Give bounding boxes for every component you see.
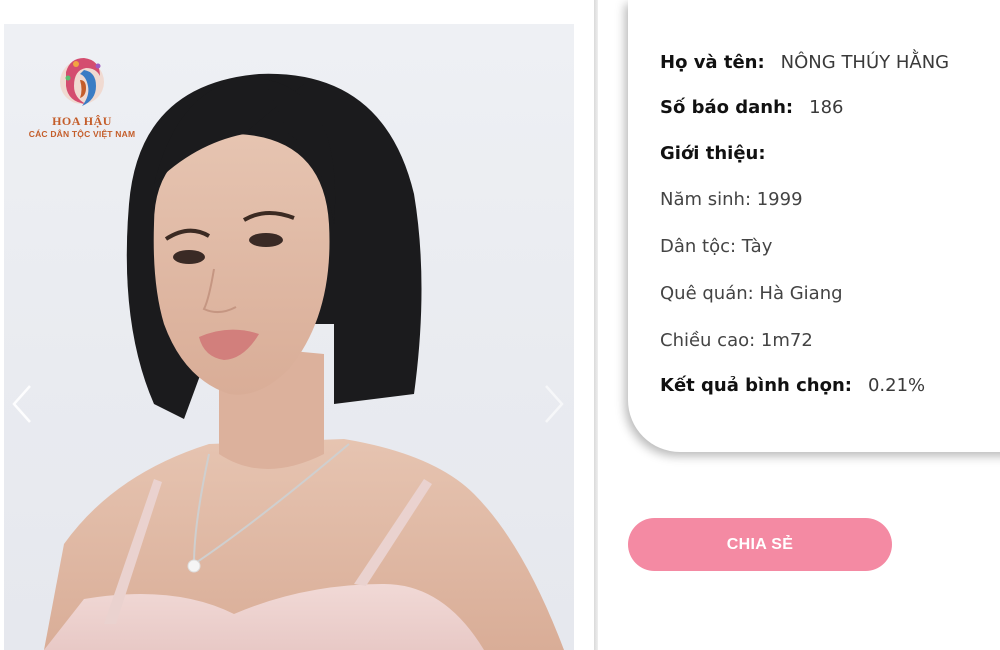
number-label: Số báo danh: — [660, 97, 794, 118]
logo-subtitle: CÁC DÂN TỘC VIỆT NAM — [28, 129, 136, 139]
share-button[interactable]: CHIA SẺ — [628, 518, 892, 571]
height: Chiều cao: 1m72 — [660, 330, 813, 351]
logo-title: HOA HẬU — [52, 114, 112, 128]
number-value: 186 — [809, 97, 844, 118]
pageant-logo: HOA HẬU CÁC DÂN TỘC VIỆT NAM — [22, 52, 142, 139]
hometown: Quê quán: Hà Giang — [660, 283, 843, 304]
birth-year: Năm sinh: 1999 — [660, 189, 803, 210]
contestant-photo: HOA HẬU CÁC DÂN TỘC VIỆT NAM — [4, 24, 574, 650]
intro-label: Giới thiệu: — [660, 143, 766, 164]
name-label: Họ và tên: — [660, 52, 765, 73]
vote-row: Kết quả bình chọn: 0.21% — [660, 375, 925, 396]
ethnicity: Dân tộc: Tày — [660, 236, 773, 257]
previous-arrow-icon[interactable] — [10, 384, 34, 424]
name-row: Họ và tên: NÔNG THÚY HẰNG — [660, 52, 949, 73]
number-row: Số báo danh: 186 — [660, 97, 843, 118]
logo-emblem-icon — [60, 58, 104, 106]
intro-row: Giới thiệu: — [660, 143, 766, 164]
vote-label: Kết quả bình chọn: — [660, 375, 852, 396]
next-arrow-icon[interactable] — [542, 384, 566, 424]
name-value: NÔNG THÚY HẰNG — [780, 52, 950, 73]
column-divider — [594, 0, 598, 650]
vote-value: 0.21% — [867, 375, 926, 396]
